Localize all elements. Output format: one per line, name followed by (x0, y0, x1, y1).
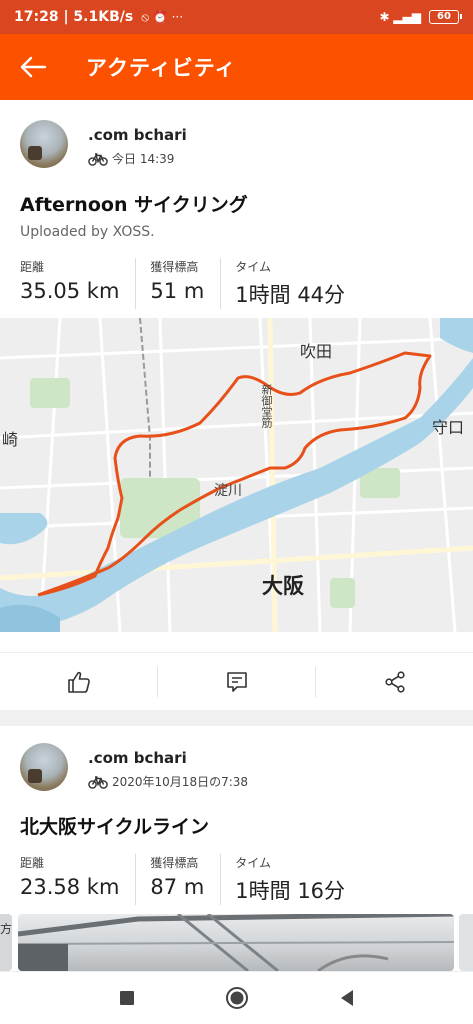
activity-header: .com bchari 今日 14:39 (20, 120, 187, 168)
stat-label: 獲得標高 (150, 260, 199, 274)
app-bar: アクティビティ (0, 34, 473, 100)
map-canvas (0, 318, 473, 632)
comment-icon (226, 671, 247, 692)
comment-button[interactable] (158, 666, 316, 697)
stat-value: 1時間 16分 (235, 879, 346, 903)
stat-value: 23.58 km (20, 875, 120, 899)
avatar[interactable] (20, 743, 68, 791)
share-icon (384, 670, 405, 693)
back-arrow-icon (20, 56, 47, 78)
system-nav-bar (0, 971, 473, 1024)
status-bar: 17:28 | 5.1KB/s ⦸ ⏰ ··· ✱ ▂▄▆ 60 (0, 0, 473, 34)
activity-actions (0, 652, 473, 710)
photo-strip[interactable]: 方 (0, 914, 473, 971)
battery-icon: 60 (429, 10, 462, 24)
photo-thumbnail[interactable] (18, 914, 454, 971)
bridge-photo (18, 914, 454, 971)
status-icons: ⦸ ⏰ ··· (141, 9, 184, 24)
map-label-yodogawa: 淀川 (214, 483, 242, 499)
activity-card[interactable]: .com bchari 今日 14:39 Afternoon サイクリング Up… (0, 100, 473, 710)
activity-header: .com bchari 2020年10月18日の7:38 (20, 743, 248, 791)
stat-label: 獲得標高 (150, 856, 199, 870)
route-map[interactable]: 吹田 守口 崎 淀川 大阪 新御堂筋 (0, 318, 473, 632)
activity-stats: 距離 23.58 km 獲得標高 87 m タイム 1時間 16分 (20, 854, 375, 905)
stat-elevation: 獲得標高 87 m (150, 854, 222, 905)
kudos-button[interactable] (0, 666, 158, 697)
map-label-moriguchi: 守口 (432, 418, 465, 437)
avatar[interactable] (20, 120, 68, 168)
upload-source: Uploaded by XOSS. (20, 224, 155, 240)
map-label-suita: 吹田 (300, 342, 333, 361)
activity-title[interactable]: 北大阪サイクルライン (20, 812, 209, 839)
activity-datetime: 2020年10月18日の7:38 (112, 775, 249, 789)
recents-button[interactable] (107, 978, 147, 1018)
stat-elevation: 獲得標高 51 m (150, 258, 222, 309)
stat-label: 距離 (20, 856, 45, 870)
stat-distance: 距離 23.58 km (20, 854, 137, 905)
stat-time: タイム 1時間 16分 (235, 854, 361, 905)
athlete-name[interactable]: .com bchari (88, 126, 187, 144)
stat-value: 35.05 km (20, 279, 120, 303)
map-label-saki: 崎 (2, 430, 19, 449)
stat-time: タイム 1時間 44分 (235, 258, 361, 309)
bicycle-icon (88, 775, 108, 789)
map-label-osaka: 大阪 (262, 574, 304, 598)
athlete-name[interactable]: .com bchari (88, 749, 248, 767)
status-time-speed: 17:28 | 5.1KB/s (14, 9, 134, 25)
stat-value: 51 m (150, 279, 205, 303)
stat-label: 距離 (20, 260, 45, 274)
circle-icon (225, 987, 248, 1009)
stat-value: 1時間 44分 (235, 283, 346, 307)
thumbs-up-icon (67, 671, 90, 693)
page-title: アクティビティ (86, 56, 237, 80)
square-icon (119, 991, 134, 1005)
stat-distance: 距離 35.05 km (20, 258, 137, 309)
back-button[interactable] (0, 34, 66, 100)
activity-stats: 距離 35.05 km 獲得標高 51 m タイム 1時間 44分 (20, 258, 375, 309)
triangle-back-icon (340, 990, 353, 1006)
map-label-midosuji: 新御堂筋 (260, 384, 273, 428)
photo-thumbnail[interactable]: 方 (0, 914, 12, 971)
stat-label: タイム (235, 856, 272, 870)
photo-thumbnail[interactable] (459, 914, 473, 971)
activity-title[interactable]: Afternoon サイクリング (20, 190, 248, 217)
bicycle-icon (88, 152, 108, 166)
activity-datetime: 今日 14:39 (112, 152, 175, 166)
home-button[interactable] (217, 978, 257, 1018)
share-button[interactable] (316, 667, 473, 697)
stat-value: 87 m (150, 875, 205, 899)
activity-card[interactable]: .com bchari 2020年10月18日の7:38 北大阪サイクルライン … (0, 726, 473, 971)
back-nav-button[interactable] (327, 978, 367, 1018)
signal-icons: ✱ ▂▄▆ (379, 10, 421, 24)
stat-label: タイム (235, 260, 272, 274)
